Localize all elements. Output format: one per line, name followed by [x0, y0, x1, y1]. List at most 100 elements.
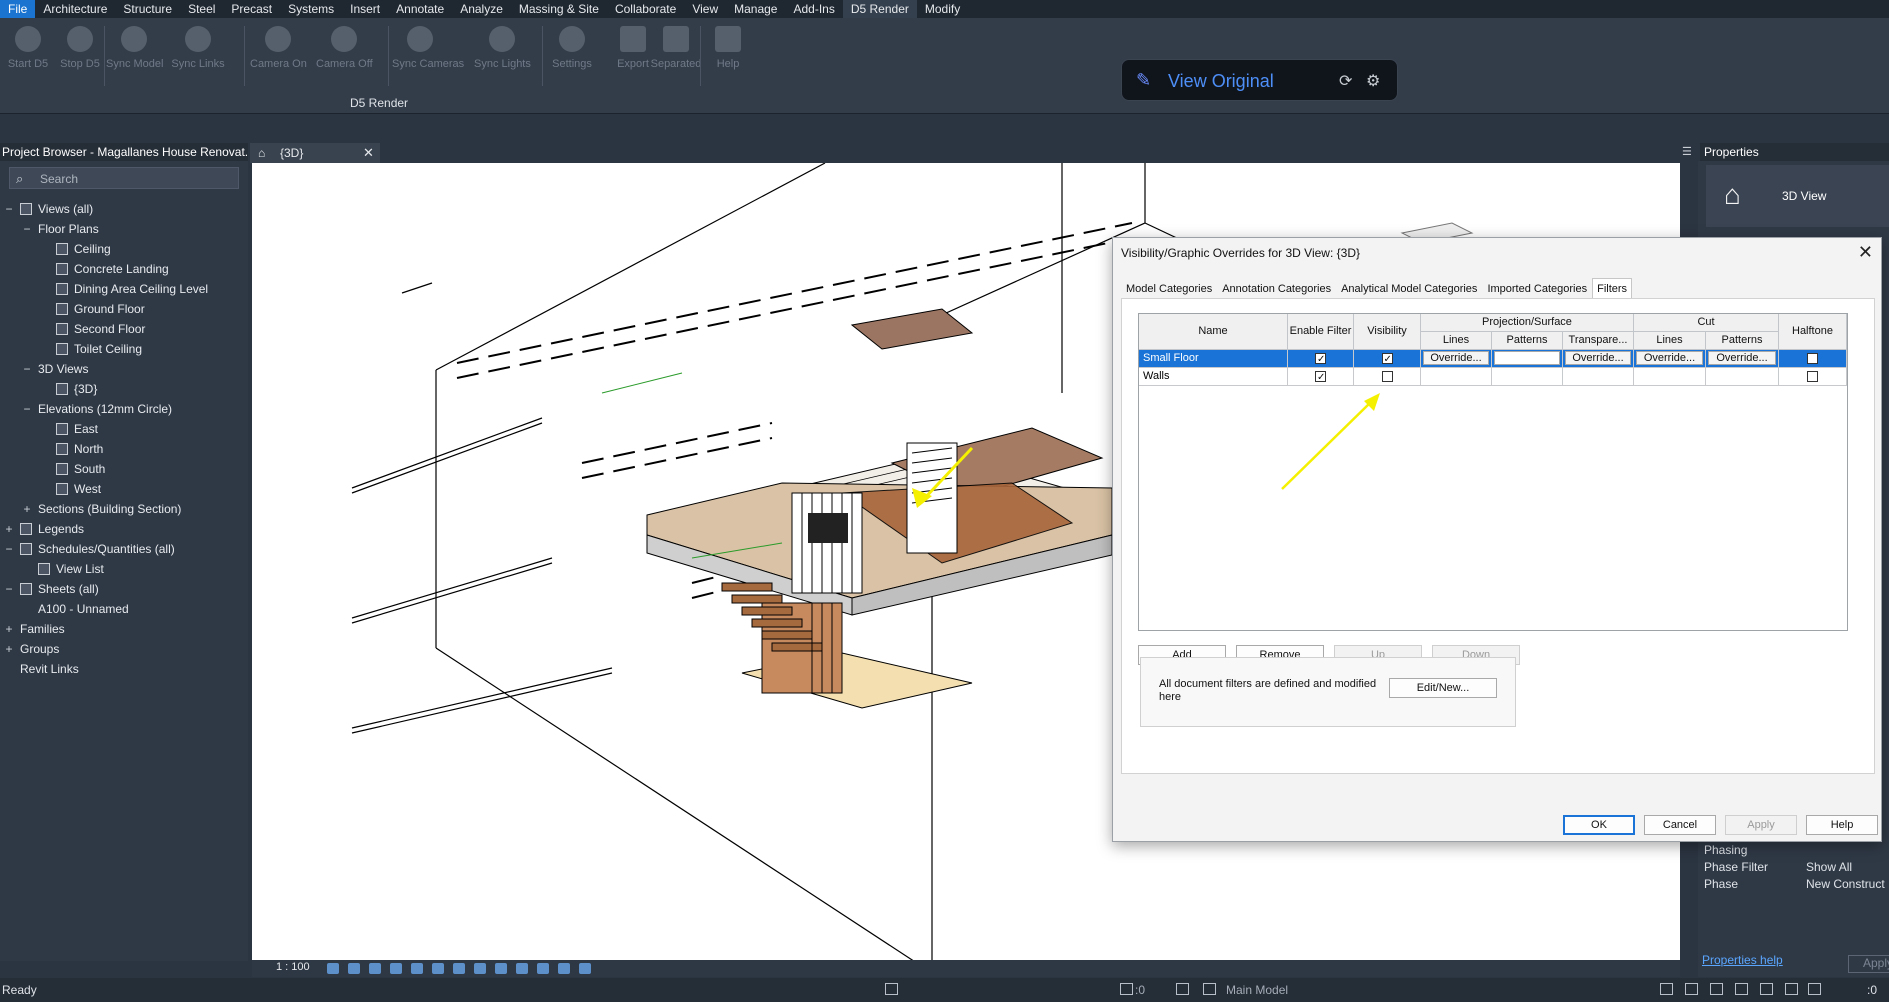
apply-button[interactable]: Apply [1725, 815, 1797, 835]
view-control-icon[interactable] [432, 963, 444, 974]
override-button[interactable]: Override... [1565, 351, 1631, 365]
override-button[interactable]: Override... [1708, 351, 1776, 365]
tab-menu-icon[interactable]: ☰ [1682, 145, 1692, 158]
properties-apply-button[interactable]: Apply [1848, 955, 1889, 973]
enable-filter-checkbox[interactable] [1315, 369, 1326, 385]
tree-item[interactable]: − Sheets (all) [5, 579, 98, 599]
menu-modify[interactable]: Modify [917, 0, 968, 18]
tool-settings[interactable]: Settings [544, 26, 600, 70]
visibility-checkbox[interactable] [1381, 351, 1393, 367]
view-control-icon[interactable] [369, 963, 381, 974]
ok-button[interactable]: OK [1563, 815, 1635, 835]
select-links-icon[interactable] [1660, 983, 1673, 995]
collapse-icon[interactable]: − [20, 219, 34, 239]
proj-patterns-cell[interactable] [1492, 368, 1563, 386]
tree-item[interactable]: − Floor Plans [23, 219, 98, 239]
drag-elements-icon[interactable] [1760, 983, 1773, 995]
select-face-icon[interactable] [1735, 983, 1748, 995]
tool-separated[interactable]: Separated [648, 26, 704, 70]
menu-analyze[interactable]: Analyze [452, 0, 511, 18]
menu-manage[interactable]: Manage [726, 0, 785, 18]
view-control-icon[interactable] [537, 963, 549, 974]
cut-patterns-cell[interactable] [1706, 368, 1779, 386]
tree-item[interactable]: West [56, 479, 101, 499]
cut-lines-cell[interactable]: Override... [1634, 350, 1706, 368]
view-control-icon[interactable] [453, 963, 465, 974]
view-control-icon[interactable] [495, 963, 507, 974]
override-button[interactable]: Override... [1423, 351, 1489, 365]
tree-item[interactable]: − Views (all) [5, 199, 93, 219]
tab-analytical-model-categories[interactable]: Analytical Model Categories [1336, 278, 1482, 298]
background-process-icon[interactable] [1785, 983, 1798, 995]
tree-item[interactable]: + Sections (Building Section) [23, 499, 181, 519]
expand-icon[interactable]: + [2, 619, 16, 639]
tree-item[interactable]: + Families [5, 619, 64, 639]
halftone-checkbox[interactable] [1807, 353, 1818, 364]
collapse-icon[interactable]: − [2, 579, 16, 599]
tab-filters[interactable]: Filters [1592, 278, 1633, 298]
collapse-icon[interactable]: − [2, 539, 16, 559]
transparency-cell[interactable]: Override... [1563, 350, 1634, 368]
header-enable-filter[interactable]: Enable Filter [1288, 314, 1354, 350]
header-transparency[interactable]: Transpare... [1563, 332, 1634, 350]
edit-new-button[interactable]: Edit/New... [1389, 678, 1497, 698]
view-control-icon[interactable] [327, 963, 339, 974]
halftone-cell[interactable] [1779, 350, 1847, 368]
select-pinned-icon[interactable] [1710, 983, 1723, 995]
help-button[interactable]: Help [1806, 815, 1878, 835]
search-input[interactable]: ⌕ Search [9, 167, 239, 189]
proj-patterns-cell[interactable] [1492, 350, 1563, 368]
properties-help-link[interactable]: Properties help [1702, 953, 1783, 967]
menu-architecture[interactable]: Architecture [35, 0, 115, 18]
close-icon[interactable]: ✕ [1858, 242, 1873, 263]
view-control-icon[interactable] [474, 963, 486, 974]
view-original-toolbar[interactable]: ✎ View Original ⟳ ⚙ [1121, 59, 1398, 101]
cancel-button[interactable]: Cancel [1644, 815, 1716, 835]
table-row[interactable]: Small Floor Override... Override... Over… [1139, 350, 1847, 368]
view-control-icon[interactable] [579, 963, 591, 974]
tree-item[interactable]: Toilet Ceiling [56, 339, 142, 359]
table-row[interactable]: Walls [1139, 368, 1847, 386]
override-button[interactable]: Override... [1636, 351, 1703, 365]
view-control-icon[interactable] [558, 963, 570, 974]
tree-item[interactable]: Concrete Landing [56, 259, 169, 279]
tree-item[interactable]: A100 - Unnamed [38, 599, 129, 619]
tree-item[interactable]: Revit Links [20, 659, 79, 679]
tab-3d-view[interactable]: ⌂ {3D} ✕ [250, 143, 380, 163]
enable-filter-cell[interactable] [1288, 368, 1354, 386]
tool-stop-d5[interactable]: Stop D5 [52, 26, 108, 70]
tool-sync-cameras[interactable]: Sync Cameras [392, 26, 464, 70]
tree-item[interactable]: South [56, 459, 105, 479]
tab-model-categories[interactable]: Model Categories [1121, 278, 1217, 298]
gear-icon[interactable]: ⚙ [1366, 71, 1380, 91]
tree-item[interactable]: − Schedules/Quantities (all) [5, 539, 174, 559]
select-underlay-icon[interactable] [1685, 983, 1698, 995]
type-selector[interactable]: ⌂ 3D View [1706, 165, 1889, 227]
menu-d5-render[interactable]: D5 Render [842, 0, 917, 18]
view-control-icon[interactable] [516, 963, 528, 974]
filter-icon[interactable] [1808, 983, 1821, 995]
tree-item[interactable]: − Elevations (12mm Circle) [23, 399, 172, 419]
expand-icon[interactable]: + [2, 519, 16, 539]
property-value[interactable]: New Construct [1806, 877, 1885, 891]
tool-camera-on[interactable]: Camera On [250, 26, 307, 70]
menu-file[interactable]: File [0, 0, 36, 18]
tool-sync-links[interactable]: Sync Links [170, 26, 226, 70]
visibility-cell[interactable] [1354, 368, 1421, 386]
tool-help[interactable]: Help [700, 26, 756, 70]
row-name[interactable]: Small Floor [1139, 350, 1288, 368]
tool-camera-off[interactable]: Camera Off [316, 26, 373, 70]
header-visibility[interactable]: Visibility [1354, 314, 1421, 350]
view-scale[interactable]: 1 : 100 [276, 961, 310, 973]
header-proj-lines[interactable]: Lines [1421, 332, 1492, 350]
tool-start-d5[interactable]: Start D5 [0, 26, 56, 70]
tree-item[interactable]: East [56, 419, 98, 439]
halftone-cell[interactable] [1779, 368, 1847, 386]
menu-structure[interactable]: Structure [115, 0, 180, 18]
tree-item[interactable]: View List [38, 559, 104, 579]
tree-item[interactable]: + Legends [5, 519, 84, 539]
tree-item[interactable]: Dining Area Ceiling Level [56, 279, 208, 299]
tree-item[interactable]: + Groups [5, 639, 59, 659]
transparency-cell[interactable] [1563, 368, 1634, 386]
menu-precast[interactable]: Precast [223, 0, 280, 18]
